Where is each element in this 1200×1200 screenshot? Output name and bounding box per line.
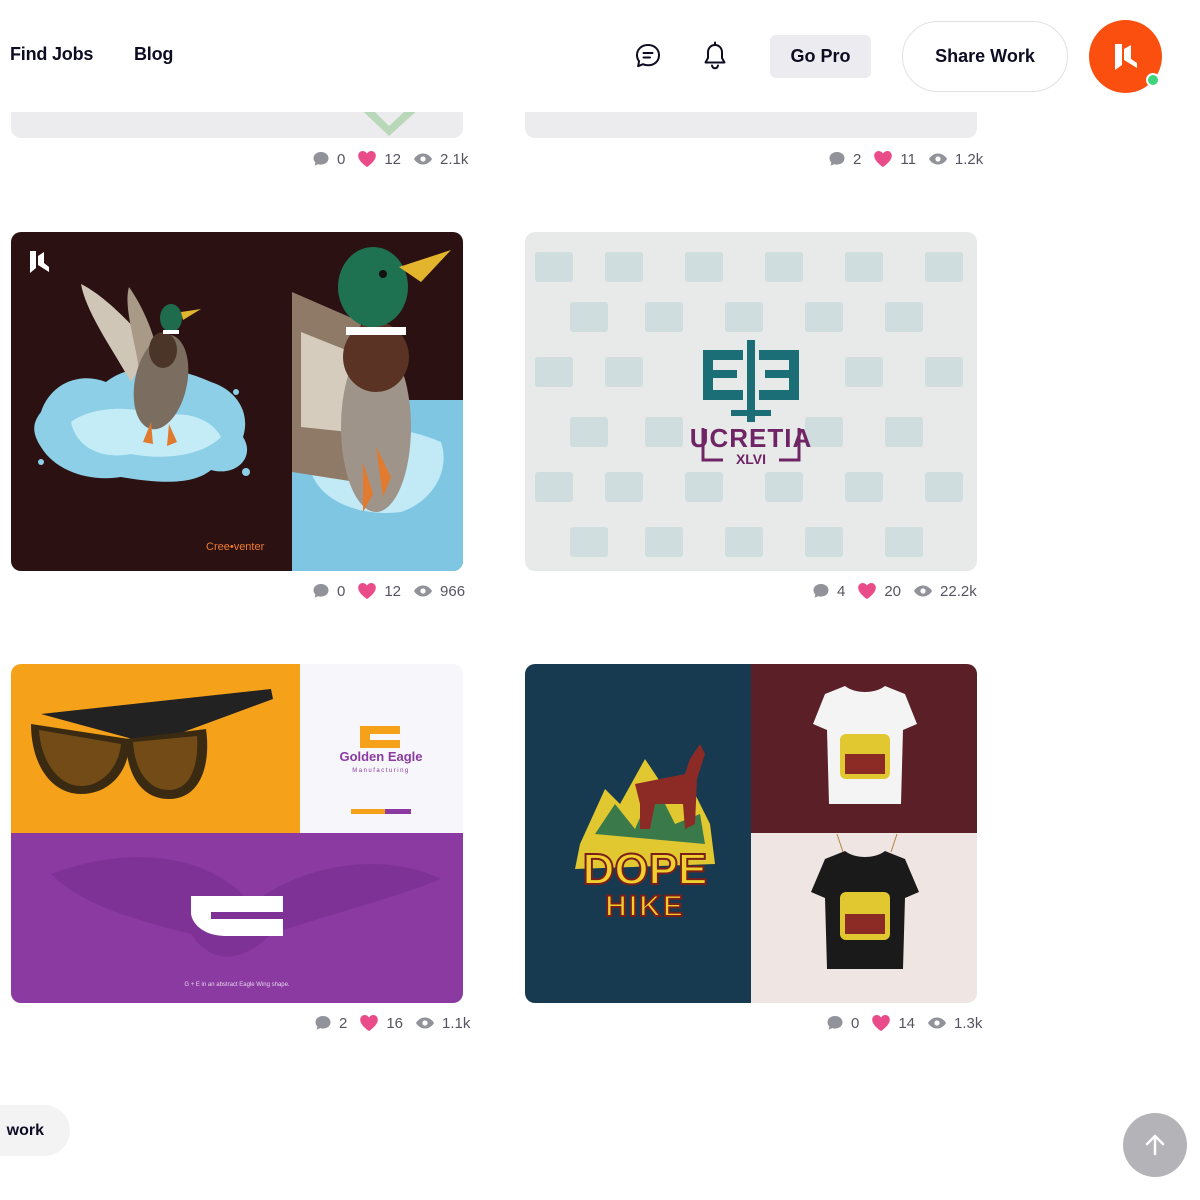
like-count: 11 bbox=[900, 150, 916, 168]
heart-icon[interactable] bbox=[857, 582, 877, 600]
heart-icon[interactable] bbox=[359, 1014, 379, 1032]
comment-count: 2 bbox=[853, 150, 862, 168]
top-navigation: Find Jobs Blog Go Pro Share Work bbox=[0, 0, 1200, 112]
shot-stats: 4 20 22.2k bbox=[812, 581, 977, 601]
arrow-up-icon bbox=[1145, 1134, 1165, 1156]
comment-icon bbox=[812, 583, 830, 599]
thumb-brand-text: Cree•venter bbox=[206, 541, 265, 553]
comment-icon bbox=[828, 151, 846, 167]
thumb-brand-text: Golden Eagle bbox=[339, 749, 422, 764]
shot-stats: 2 11 1.2k bbox=[828, 149, 983, 169]
comment-count: 4 bbox=[837, 582, 846, 600]
bell-icon[interactable] bbox=[697, 38, 733, 74]
heart-icon[interactable] bbox=[873, 150, 893, 168]
thumb-brand-subtext: XLVI bbox=[736, 451, 766, 467]
comment-icon bbox=[312, 583, 330, 599]
heart-icon[interactable] bbox=[357, 582, 377, 600]
comment-icon bbox=[826, 1015, 844, 1031]
nav-link-find-jobs[interactable]: Find Jobs bbox=[10, 44, 93, 65]
online-status-dot bbox=[1146, 73, 1160, 87]
eye-icon bbox=[913, 584, 933, 598]
comment-count: 0 bbox=[851, 1014, 860, 1032]
thumb-caption: G + E in an abstract Eagle Wing shape. bbox=[184, 982, 290, 988]
view-count: 966 bbox=[440, 582, 466, 600]
view-count: 1.3k bbox=[954, 1014, 983, 1032]
thumb-brand-text: UCRETIA bbox=[690, 423, 813, 453]
view-count: 2.1k bbox=[440, 150, 469, 168]
comment-icon bbox=[314, 1015, 332, 1031]
shot-stats: 0 14 1.3k bbox=[826, 1013, 982, 1033]
comment-count: 0 bbox=[337, 582, 346, 600]
comment-count: 2 bbox=[339, 1014, 348, 1032]
shot-stats: 2 16 1.1k bbox=[314, 1013, 470, 1033]
thumb-brand-subtext: HIKE bbox=[605, 890, 685, 923]
user-avatar[interactable] bbox=[1089, 20, 1162, 93]
heart-icon[interactable] bbox=[357, 150, 377, 168]
work-filter-pill[interactable]: work bbox=[0, 1105, 70, 1156]
go-pro-button[interactable]: Go Pro bbox=[770, 35, 871, 78]
shot-stats: 0 12 2.1k bbox=[312, 149, 468, 169]
like-count: 12 bbox=[384, 150, 402, 168]
eye-icon bbox=[415, 1016, 435, 1030]
avatar-logo-icon bbox=[1114, 43, 1137, 70]
share-work-button[interactable]: Share Work bbox=[902, 21, 1068, 92]
like-count: 16 bbox=[386, 1014, 404, 1032]
view-count: 1.2k bbox=[954, 150, 984, 168]
shot-thumbnail-lucretia[interactable]: UCRETIA XLVI bbox=[525, 232, 977, 571]
heart-icon[interactable] bbox=[871, 1014, 891, 1032]
scroll-to-top-button[interactable] bbox=[1123, 1113, 1187, 1177]
view-count: 1.1k bbox=[442, 1014, 471, 1032]
eye-icon bbox=[413, 152, 433, 166]
shot-stats: 0 12 966 bbox=[312, 581, 465, 601]
eye-icon bbox=[413, 584, 433, 598]
messages-icon[interactable] bbox=[630, 38, 666, 74]
comment-count: 0 bbox=[337, 150, 346, 168]
view-count: 22.2k bbox=[940, 582, 977, 600]
nav-link-blog[interactable]: Blog bbox=[134, 44, 173, 65]
shot-thumbnail-dope-hike[interactable]: DOPE HIKE bbox=[525, 664, 977, 1003]
like-count: 20 bbox=[884, 582, 902, 600]
eye-icon bbox=[928, 152, 948, 166]
shot-thumbnail-golden-eagle[interactable]: Golden Eagle Manufacturing G + E in an a… bbox=[11, 664, 463, 1003]
comment-icon bbox=[312, 151, 330, 167]
thumb-brand-subtext: Manufacturing bbox=[352, 768, 410, 774]
eye-icon bbox=[927, 1016, 947, 1030]
like-count: 14 bbox=[898, 1014, 916, 1032]
like-count: 12 bbox=[384, 582, 402, 600]
thumb-brand-text: DOPE bbox=[583, 845, 708, 894]
shot-thumbnail-duck[interactable]: Cree•venter bbox=[11, 232, 463, 571]
